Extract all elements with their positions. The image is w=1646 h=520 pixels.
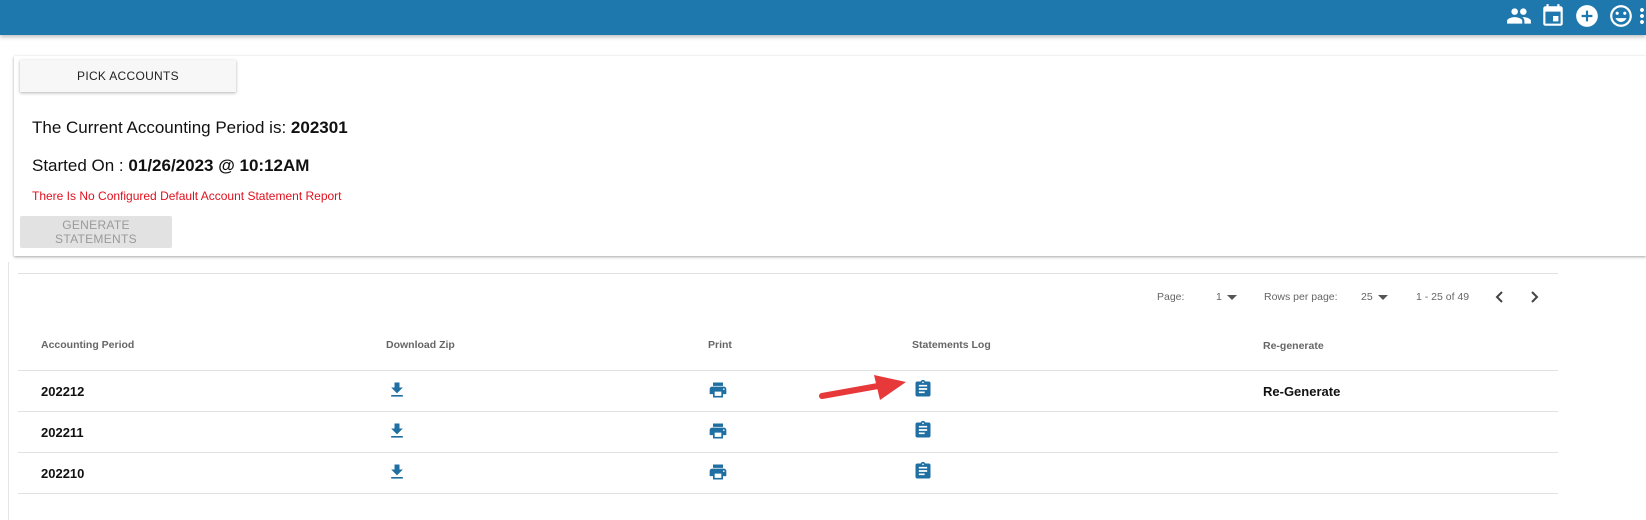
current-period-value: 202301 [290,118,348,137]
accounting-period-cell: 202211 [41,425,84,440]
row-divider [18,452,1558,453]
rows-per-page-label: Rows per page: [1264,291,1338,303]
assignment-log-icon[interactable] [913,379,933,399]
annotation-arrow-icon [819,375,906,400]
accounting-period-cell: 202210 [41,466,85,481]
page-select[interactable]: 1 [1216,291,1237,303]
generate-statements-button[interactable]: GENERATE STATEMENTS [20,216,172,248]
download-icon[interactable] [387,380,407,400]
column-header-statements-log[interactable]: Statements Log [912,339,991,351]
toolbar-icons [1498,2,1646,30]
regenerate-link[interactable]: Re-Generate [1263,384,1340,399]
people-icon[interactable] [1506,3,1532,29]
download-icon[interactable] [387,421,407,441]
accounting-period-cell: 202212 [41,384,85,399]
more-vert-icon[interactable] [1638,3,1646,29]
smiley-icon[interactable] [1608,3,1634,29]
page-label: Page: [1157,291,1185,303]
chevron-down-icon [1226,294,1237,300]
pagination-range: 1 - 25 of 49 [1416,291,1470,303]
calendar-icon[interactable] [1540,3,1566,29]
table-top-divider [18,273,1558,274]
chevron-down-icon [1377,294,1388,300]
column-header-accounting-period[interactable]: Accounting Period [41,339,134,351]
started-on-value: 01/26/2023 @ 10:12AM [128,156,310,175]
assignment-log-icon[interactable] [913,420,933,440]
column-header-print[interactable]: Print [708,339,732,351]
print-icon[interactable] [708,421,728,441]
page-select-value: 1 [1216,291,1222,303]
current-period-label: The Current Accounting Period is: [32,118,287,137]
rows-per-page-value: 25 [1361,291,1373,303]
row-divider [18,493,1558,494]
column-header-regenerate[interactable]: Re-generate [1263,340,1324,352]
previous-page-icon[interactable] [1492,289,1508,305]
next-page-icon[interactable] [1526,289,1542,305]
header-divider [18,370,1558,371]
print-icon[interactable] [708,380,728,400]
started-on-label: Started On : [32,156,124,175]
current-period-line: The Current Accounting Period is: 202301 [32,118,348,138]
accounting-period-card: PICK ACCOUNTS The Current Accounting Per… [14,56,1646,256]
row-divider [18,411,1558,412]
add-circle-icon[interactable] [1574,3,1600,29]
top-app-bar [0,0,1646,35]
column-header-download-zip[interactable]: Download Zip [386,339,455,351]
download-icon[interactable] [387,462,407,482]
print-icon[interactable] [708,462,728,482]
assignment-log-icon[interactable] [913,461,933,481]
pick-accounts-button[interactable]: PICK ACCOUNTS [20,60,236,92]
no-default-report-warning: There Is No Configured Default Account S… [32,189,342,203]
table-left-border [8,262,9,520]
rows-per-page-select[interactable]: 25 [1361,291,1388,303]
started-on-line: Started On : 01/26/2023 @ 10:12AM [32,156,309,176]
